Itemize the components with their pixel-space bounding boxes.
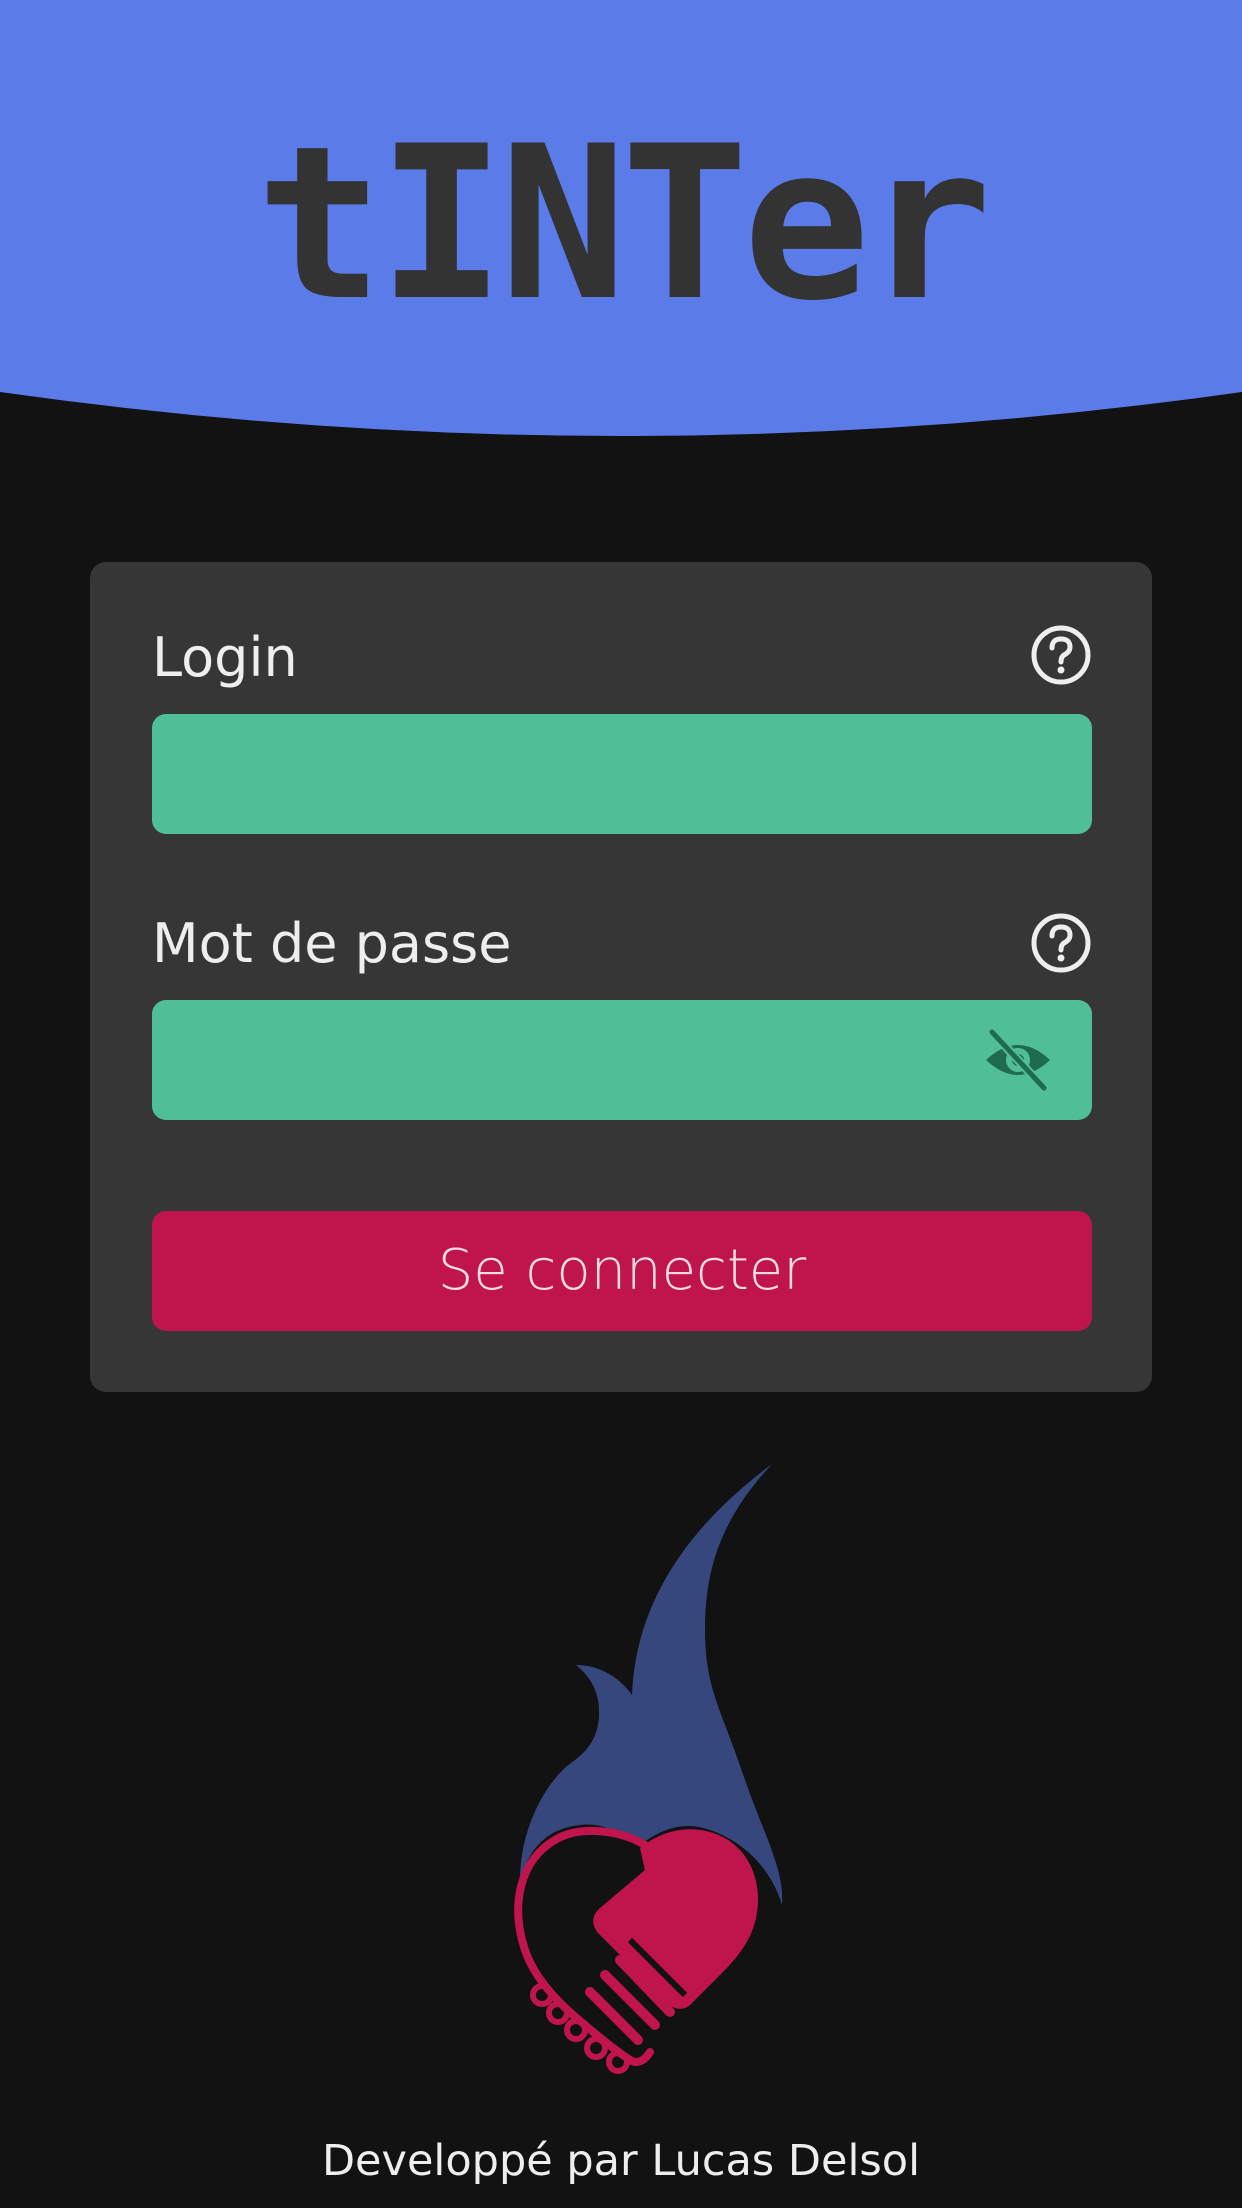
password-input[interactable] [152, 1000, 1092, 1120]
login-label: Login [152, 626, 298, 689]
flame-heart-handshake-logo [514, 1464, 783, 2074]
app-title: tINTer [256, 100, 992, 347]
developer-credit: Developpé par Lucas Delsol [321, 2136, 921, 2186]
password-label: Mot de passe [152, 912, 512, 975]
eye-off-icon[interactable] [978, 1020, 1058, 1100]
login-help-icon[interactable] [1030, 624, 1092, 686]
login-input[interactable] [152, 714, 1092, 834]
login-screen: tINTer Login Mot de passe Se connecter D… [0, 0, 1242, 2208]
password-help-icon[interactable] [1030, 912, 1092, 974]
connect-button[interactable]: Se connecter [152, 1211, 1092, 1331]
